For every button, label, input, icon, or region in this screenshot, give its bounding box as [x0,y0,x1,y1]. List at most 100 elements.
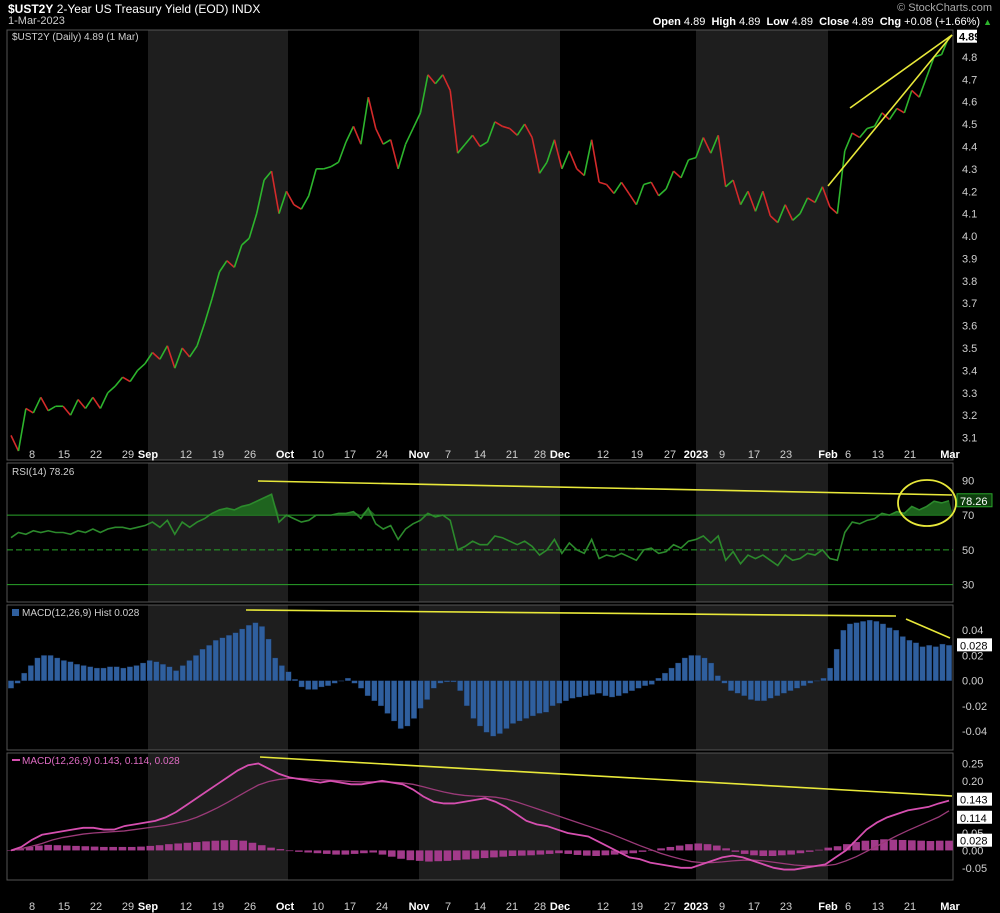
hist-bar [160,664,166,681]
hist-bar [708,662,715,681]
x-axis-label: Sep [138,901,158,913]
hist-bar [338,680,345,682]
hist-bar [351,680,358,684]
month-band [7,30,148,460]
hist-bar [358,680,364,689]
macd-hist-bar [527,850,535,856]
hist-bar [596,680,602,694]
hist-bar [582,680,589,696]
hist-bar [926,645,933,681]
hist-bar [781,680,787,694]
hist-bar [899,636,906,681]
hist-bar [523,680,530,719]
hist-bar [622,680,629,694]
hist-bar [866,619,873,681]
macd-hist-bar [220,840,229,851]
x-axis-label: 28 [534,901,546,913]
hist-bar [54,657,61,681]
macd-hist-bar [313,850,322,854]
hist-bar [74,664,80,681]
x-axis-label: 14 [474,449,486,461]
hist-bar [814,680,820,682]
macd-hist-bar [898,839,907,851]
macd-hist-bar [146,845,155,851]
macd-hist-bar [517,850,526,856]
rsi-legend: RSI(14) 78.26 [12,467,75,478]
hist-bar [212,640,219,681]
macd-hist-bar [480,850,489,859]
macd-hist-bar [926,841,935,851]
macd-hist-bar [917,840,925,851]
hist-bar [721,680,728,684]
macd-hist-bar [72,845,80,851]
hist-bar [21,672,28,681]
month-band [148,30,288,460]
hist-bar [94,667,100,681]
x-axis-label: 8 [29,449,35,461]
x-axis-label: 10 [312,449,324,461]
macd-hist-bar [805,850,814,852]
x-axis-label: Feb [818,449,838,461]
x-axis-label: 21 [904,901,916,913]
hist-bar [411,680,417,719]
macd-hist-bar [387,850,396,857]
hist-bar [450,680,457,683]
macd-hist-bar [332,850,340,855]
hist-bar [199,648,206,681]
hist-bar [14,680,21,684]
x-axis-label: Dec [550,449,570,461]
hist-bar [794,680,800,689]
hist-bar [860,621,866,681]
price-axis-tick: 4.1 [962,209,977,221]
macd-hist-bar [713,845,721,851]
macd-hist-bar [666,846,675,851]
macd-hist-bar [127,846,136,851]
hist-bar [305,680,312,690]
hist-bar [563,680,569,701]
hist-bar [648,680,655,685]
rsi-axis-tick: 90 [962,475,974,487]
month-band [828,463,953,602]
macd-hist-bar [564,850,573,854]
x-axis-label: Mar [940,901,960,913]
macd-axis-tick: -0.05 [962,863,987,875]
hist-bar [807,680,814,684]
x-axis-label: 22 [90,449,102,461]
x-axis-label: 23 [780,901,792,913]
hist-bar [675,662,682,681]
hist-bar [635,680,642,689]
rsi-axis-tick: 50 [962,545,974,557]
macd-hist-bar [192,842,201,851]
hist-bar [483,680,490,733]
month-band [419,30,560,460]
hist-bar [278,665,285,681]
price-axis-tick: 4.7 [962,74,977,86]
macd-hist-bar [778,850,786,856]
x-axis-label: 19 [212,901,224,913]
price-axis-tick: 3.5 [962,343,977,355]
hist-bar [529,680,536,717]
x-axis-label: 23 [780,449,792,461]
hist-bar [913,642,919,681]
x-axis-label: 27 [664,449,676,461]
x-axis-label: Nov [409,901,431,913]
hist-bar [589,680,596,695]
x-axis-label: 15 [58,901,70,913]
x-axis-label: 15 [58,449,70,461]
macd-last-value: 0.114 [960,813,987,825]
macd-hist-bar [35,845,43,851]
hist-bar [298,680,305,688]
macd-hist-bar [295,850,303,852]
macd-hist-bar [211,840,220,851]
macd-hist-bar [573,850,582,855]
x-axis-label: Dec [550,901,570,913]
hist-bar [840,630,847,681]
hist-bar [496,680,503,734]
hist-bar [543,680,549,713]
macd-hist-bar [322,850,331,854]
hist-bar [127,666,133,681]
month-band [288,753,419,880]
macd-hist-bar [230,839,238,851]
x-axis-label: 27 [664,901,676,913]
x-axis-label: 7 [445,901,451,913]
